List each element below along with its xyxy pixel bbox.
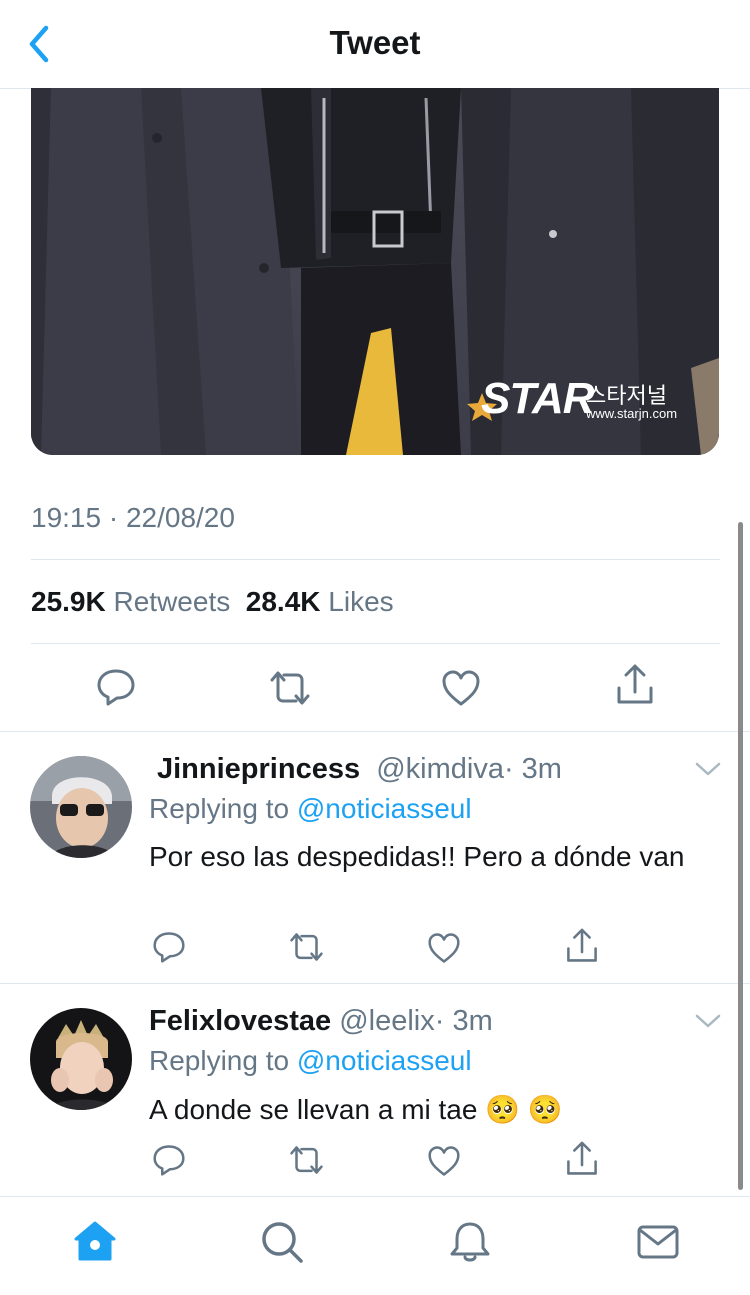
retweet-icon [290,1146,323,1174]
like-button[interactable] [427,932,461,964]
tweet-stats: 25.9K Retweets 28.4K Likes [31,586,394,618]
retweet-icon [290,933,323,961]
avatar[interactable] [30,1008,132,1110]
reply-icon [97,669,135,706]
share-button[interactable] [565,1141,599,1177]
avatar-image [30,756,132,858]
reply-icon [153,932,185,963]
retweets-stat[interactable]: 25.9K Retweets [31,586,230,617]
share-icon [617,664,653,704]
replying-to-mention[interactable]: @noticiasseul [297,1045,472,1076]
page-title: Tweet [329,24,421,61]
like-icon [428,1146,460,1176]
share-icon [567,928,597,962]
replying-to-mention[interactable]: @noticiasseul [297,793,472,824]
scrollbar[interactable] [738,522,743,1190]
divider [0,983,750,984]
reply-text: A donde se llevan a mi tae 🥺 🥺 [149,1094,563,1125]
search-icon [262,1222,303,1263]
tab-home[interactable] [72,1219,118,1270]
bottom-tab-bar [0,1196,750,1295]
divider [31,643,720,644]
reply-author-handle[interactable]: @leelix [339,1005,435,1037]
retweet-icon [270,671,310,705]
like-icon [428,933,460,963]
tweet-image[interactable]: STAR 스타저널 www.starjn.com [31,88,719,455]
share-button[interactable] [615,664,655,706]
share-button[interactable] [565,928,599,964]
share-icon [567,1141,597,1175]
retweets-label: Retweets [113,586,231,617]
more-options-button[interactable] [694,1012,722,1035]
like-button[interactable] [427,1145,461,1177]
tweet-timestamp: 19:15 · 22/08/20 [31,502,235,533]
likes-count: 28.4K [245,586,321,617]
avatar[interactable] [30,756,132,858]
reply-time: · 3m [434,1005,493,1037]
reply-author-name[interactable]: Jinnieprincess [157,753,360,785]
reply-time: · 3m [503,753,562,785]
watermark-brand: STAR [481,374,595,423]
notifications-icon [450,1222,490,1262]
replying-to-label: Replying to [149,793,290,824]
retweet-button[interactable] [288,1145,325,1175]
avatar-image [30,1008,132,1110]
likes-label: Likes [328,586,394,617]
like-button[interactable] [441,669,481,707]
divider [31,559,720,560]
replying-to-label: Replying to [149,1045,290,1076]
tab-notifications[interactable] [447,1219,493,1270]
reply-button[interactable] [96,668,136,706]
divider [0,731,750,732]
retweet-button[interactable] [268,670,312,706]
chevron-down-icon [695,1014,721,1028]
tab-messages[interactable] [635,1219,681,1270]
reply-button[interactable] [152,1144,186,1176]
reply-text: Por eso las despedidas!! Pero a dónde va… [149,841,685,872]
reply-author-name[interactable]: Felixlovestae [149,1005,331,1037]
chevron-down-icon [695,762,721,776]
like-icon [442,670,480,706]
likes-stat[interactable]: 28.4K Likes [246,586,394,617]
top-bar: Tweet [0,0,750,89]
reply-icon [153,1145,185,1176]
tab-search[interactable] [259,1219,305,1270]
home-icon [74,1221,116,1261]
more-options-button[interactable] [694,760,722,783]
watermark-url: www.starjn.com [586,406,678,421]
retweets-count: 25.9K [31,586,106,617]
reply-author-handle[interactable]: @kimdiva [376,753,504,785]
reply-button[interactable] [152,931,186,963]
messages-icon [637,1225,679,1259]
retweet-button[interactable] [288,932,325,962]
